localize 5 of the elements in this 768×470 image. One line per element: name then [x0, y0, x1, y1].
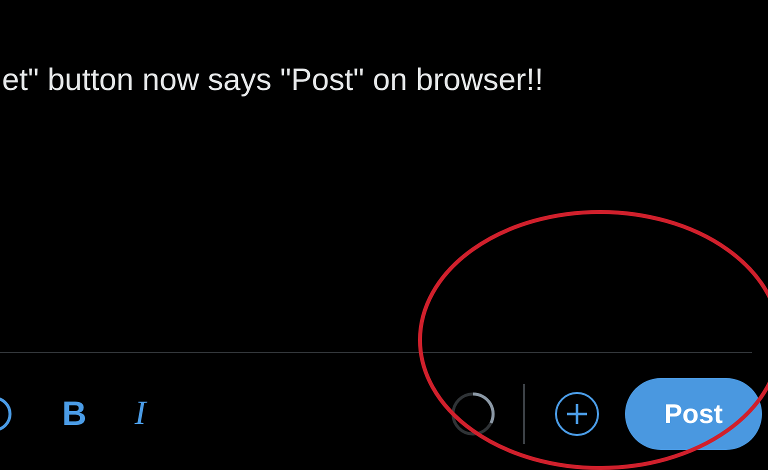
- italic-button[interactable]: I: [134, 397, 146, 431]
- add-icon[interactable]: [553, 390, 601, 438]
- bold-button[interactable]: B: [62, 397, 87, 431]
- progress-ring-icon: [449, 390, 497, 438]
- post-text: et" button now says "Post" on browser!!: [1, 61, 544, 99]
